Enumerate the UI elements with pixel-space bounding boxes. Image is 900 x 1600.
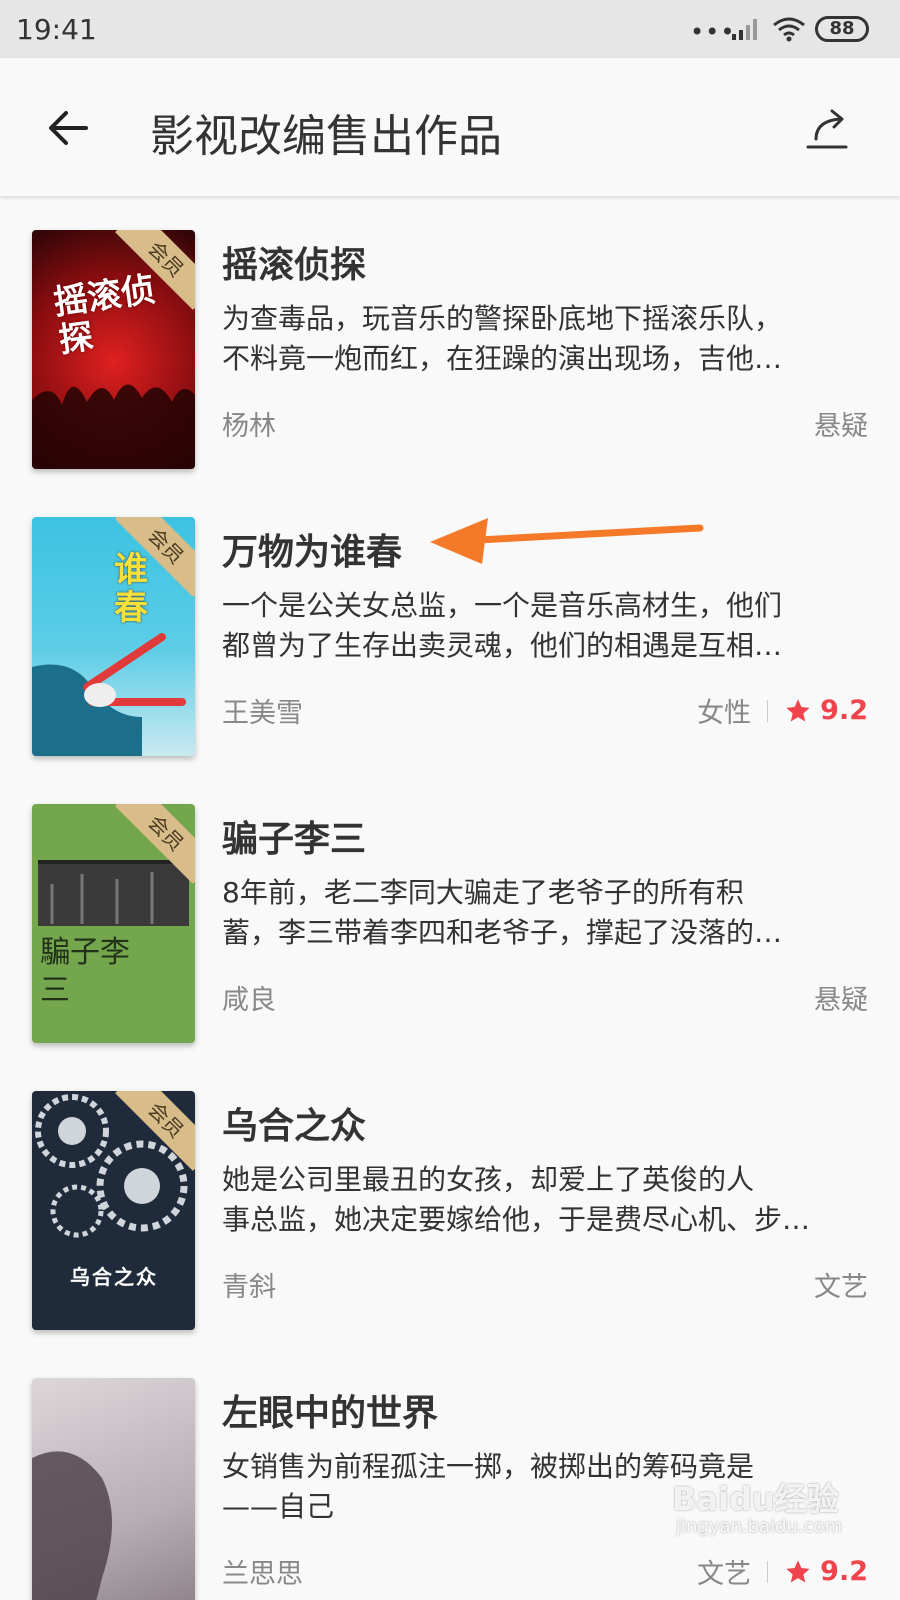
cover-art (32, 1451, 112, 1600)
desc-line: 蓄，李三带着李四和老爷子，撑起了没落的… (222, 916, 783, 949)
list-item[interactable]: 摇滚侦探 会员 摇滚侦探 为查毒品，玩音乐的警探卧底地下摇滚乐队， 不料竟一炮而… (0, 196, 900, 483)
list-item[interactable]: 谁春 会员 万物为谁春 一个是公关女总监，一个是音乐高材生，他们 都曾为了生存出… (0, 483, 900, 770)
share-icon (806, 109, 848, 149)
page-title: 影视改编售出作品 (150, 111, 502, 162)
book-author: 青斜 (222, 1272, 276, 1303)
desc-line: 为查毒品，玩音乐的警探卧底地下摇滚乐队， (222, 302, 783, 335)
book-cover: 乌合之众 会员 (32, 1091, 195, 1330)
book-description: 为查毒品，玩音乐的警探卧底地下摇滚乐队， 不料竟一炮而红，在狂躁的演出现场，吉他… (222, 299, 872, 379)
signal-icon (730, 16, 762, 46)
book-meta: 文艺 9.2 (697, 1552, 868, 1591)
cover-title: 乌合之众 (70, 1265, 158, 1289)
book-meta: 女性 9.2 (697, 691, 868, 730)
book-description: 8年前，老二李同大骗走了老爷子的所有积 蓄，李三带着李四和老爷子，撑起了没落的… (222, 873, 872, 953)
share-button[interactable] (800, 102, 854, 156)
book-cover: 摇滚侦探 会员 (32, 230, 195, 469)
book-cover (32, 1378, 195, 1600)
meta-divider (767, 699, 769, 722)
desc-line: 事总监，她决定要嫁给他，于是费尽心机、步… (222, 1203, 811, 1236)
book-list: 摇滚侦探 会员 摇滚侦探 为查毒品，玩音乐的警探卧底地下摇滚乐队， 不料竟一炮而… (0, 196, 900, 1600)
status-time: 19:41 (16, 13, 97, 46)
book-genre: 女性 (697, 698, 752, 729)
book-genre: 文艺 (814, 1272, 868, 1303)
book-genre: 文艺 (697, 1559, 752, 1590)
book-title: 摇滚侦探 (222, 245, 367, 286)
wifi-icon (772, 16, 806, 46)
book-rating: 9.2 (820, 695, 868, 726)
star-icon (786, 1559, 810, 1582)
back-arrow-icon (49, 111, 88, 145)
app-bar: 影视改编售出作品 (0, 58, 900, 196)
book-title: 骗子李三 (222, 819, 367, 860)
cover-title: 騙子李三 (40, 935, 130, 1008)
book-author: 杨林 (222, 411, 276, 442)
book-genre: 悬疑 (814, 411, 868, 442)
meta-divider (767, 1560, 769, 1583)
book-author: 咸良 (222, 985, 276, 1016)
watermark: Baidu经验 (672, 1480, 839, 1518)
book-cover: 騙子李三 会员 (32, 804, 195, 1043)
book-meta: 悬疑 (814, 404, 868, 443)
status-bar: 19:41 ••• 88 (0, 0, 900, 58)
desc-line: 一个是公关女总监，一个是音乐高材生，他们 (222, 589, 783, 622)
desc-line: 不料竟一炮而红，在狂躁的演出现场，吉他… (222, 342, 783, 375)
list-item[interactable]: 乌合之众 会员 乌合之众 她是公司里最丑的女孩，却爱上了英俊的人 事总监，她决定… (0, 1057, 900, 1344)
back-button[interactable] (42, 102, 94, 154)
book-description: 她是公司里最丑的女孩，却爱上了英俊的人 事总监，她决定要嫁给他，于是费尽心机、步… (222, 1160, 872, 1240)
book-cover: 谁春 会员 (32, 517, 195, 756)
desc-line: 8年前，老二李同大骗走了老爷子的所有积 (222, 876, 744, 909)
watermark-url: jingyan.baidu.com (676, 1516, 843, 1537)
book-genre: 悬疑 (814, 985, 868, 1016)
star-icon (786, 698, 810, 721)
status-dots: ••• (690, 18, 736, 46)
book-description: 一个是公关女总监，一个是音乐高材生，他们 都曾为了生存出卖灵魂，他们的相遇是互相… (222, 586, 872, 666)
book-meta: 悬疑 (814, 978, 868, 1017)
book-meta: 文艺 (814, 1265, 868, 1304)
desc-line: 她是公司里最丑的女孩，却爱上了英俊的人 (222, 1163, 755, 1196)
book-author: 兰思思 (222, 1559, 303, 1590)
desc-line: 都曾为了生存出卖灵魂，他们的相遇是互相… (222, 629, 783, 662)
book-title: 左眼中的世界 (222, 1393, 439, 1434)
battery-indicator: 88 (815, 16, 869, 42)
book-title: 万物为谁春 (222, 532, 403, 573)
book-rating: 9.2 (820, 1556, 868, 1587)
list-item[interactable]: 左眼中的世界 女销售为前程孤注一掷，被掷出的筹码竟是 ——自己 兰思思 文艺 9… (0, 1344, 900, 1600)
list-item[interactable]: 騙子李三 会员 骗子李三 8年前，老二李同大骗走了老爷子的所有积 蓄，李三带着李… (0, 770, 900, 1057)
book-author: 王美雪 (222, 698, 303, 729)
book-title: 乌合之众 (222, 1106, 367, 1147)
